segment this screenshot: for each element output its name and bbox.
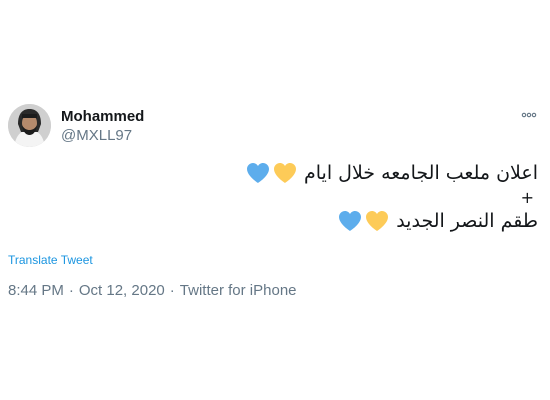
yellow-heart-icon (366, 211, 389, 231)
author-display-name[interactable]: Mohammed (61, 108, 144, 126)
blue-heart-icon (246, 163, 269, 183)
yellow-heart-icon (273, 163, 296, 183)
author-handle[interactable]: @MXLL97 (61, 127, 144, 145)
more-dots-icon (521, 112, 537, 118)
tweet-card: Mohammed @MXLL97 اعلان ملعب الجامعه خلال… (0, 0, 550, 400)
tweet-line-text: طقم النصر الجديد (396, 210, 538, 232)
more-options-button[interactable] (520, 108, 538, 122)
meta-separator: · (169, 282, 175, 299)
tweet-text: اعلان ملعب الجامعه خلال ايام + طقم النصر ا… (238, 160, 538, 234)
tweet-line: + (238, 186, 538, 208)
tweet-time[interactable]: 8:44 PM (8, 282, 64, 299)
blue-heart-icon (339, 211, 362, 231)
translate-tweet-link[interactable]: Translate Tweet (8, 253, 93, 267)
tweet-source[interactable]: Twitter for iPhone (180, 282, 297, 299)
tweet-meta: 8:44 PM · Oct 12, 2020 · Twitter for iPh… (8, 282, 297, 299)
tweet-line: طقم النصر الجديد (238, 208, 538, 234)
avatar[interactable] (8, 104, 51, 147)
meta-separator: · (68, 282, 74, 299)
tweet-line-text: + (520, 187, 534, 207)
tweet-date[interactable]: Oct 12, 2020 (79, 282, 165, 299)
avatar-photo (8, 104, 51, 147)
heart-emojis (336, 209, 390, 233)
tweet-line: اعلان ملعب الجامعه خلال ايام (238, 160, 538, 186)
author-info[interactable]: Mohammed @MXLL97 (61, 108, 144, 145)
tweet-line-text: اعلان ملعب الجامعه خلال ايام (303, 162, 538, 184)
heart-emojis (244, 161, 298, 185)
